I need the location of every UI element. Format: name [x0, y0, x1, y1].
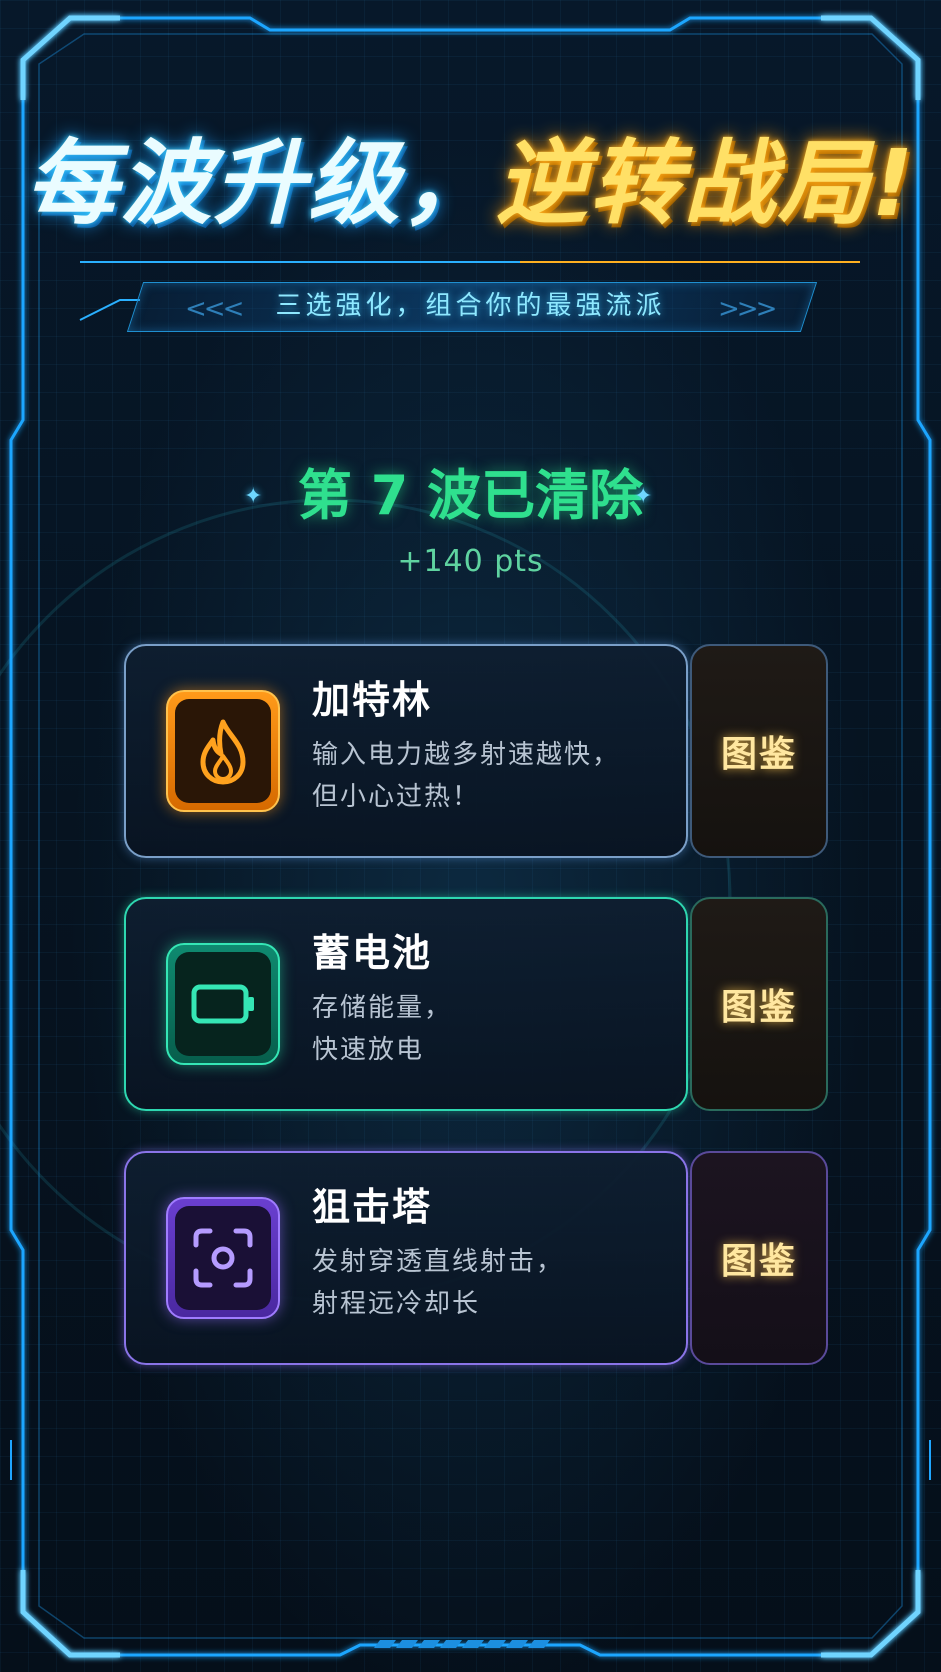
upgrade-icon-frame — [166, 690, 280, 812]
codex-button[interactable]: 图鉴 — [690, 644, 828, 858]
upgrade-name: 蓄电池 — [312, 931, 433, 975]
wave-points: +140 pts — [397, 544, 544, 579]
upgrade-card-battery[interactable]: 蓄电池 存储能量， 快速放电 — [124, 897, 688, 1111]
flame-icon — [200, 719, 246, 785]
chevrons-right-icon: >>> — [718, 294, 777, 324]
upgrade-description-line: 输入电力越多射速越快， — [312, 740, 621, 770]
codex-button[interactable]: 图鉴 — [690, 1151, 828, 1365]
upgrade-name: 狙击塔 — [312, 1185, 433, 1229]
upgrade-description: 输入电力越多射速越快， 但小心过热！ — [312, 734, 672, 818]
upgrade-icon-frame — [166, 943, 280, 1065]
subtitle: 三选强化，组合你的最强流派 — [275, 291, 666, 321]
upgrade-card-gatling[interactable]: 加特林 输入电力越多射速越快， 但小心过热！ — [124, 644, 688, 858]
wave-cleared-title: 第 7 波已清除 — [297, 464, 644, 527]
hero-title-part1: 每波升级， — [25, 130, 496, 237]
upgrade-card-sniper[interactable]: 狙击塔 发射穿透直线射击， 射程远冷却长 — [124, 1151, 688, 1365]
battery-icon — [191, 984, 254, 1024]
upgrade-name: 加特林 — [312, 678, 433, 722]
game-screen: 每波升级，逆转战局! <<< 三选强化，组合你的最强流派 >>> ✦ 第 7 波… — [0, 0, 941, 1672]
upgrade-description-line: 存储能量， — [312, 993, 453, 1023]
codex-button-label: 图鉴 — [720, 987, 797, 1028]
upgrade-description-line: 快速放电 — [312, 1035, 425, 1065]
upgrade-description: 存储能量， 快速放电 — [312, 987, 672, 1071]
upgrade-description: 发射穿透直线射击， 射程远冷却长 — [312, 1241, 672, 1325]
upgrade-description-line: 但小心过热！ — [312, 782, 481, 812]
codex-button-label: 图鉴 — [720, 1241, 797, 1282]
upgrade-icon-frame — [166, 1197, 280, 1319]
hero-title-part2: 逆转战局! — [495, 130, 916, 237]
upgrade-description-line: 射程远冷却长 — [312, 1289, 481, 1319]
hero-title: 每波升级，逆转战局! — [0, 138, 941, 230]
sparkle-icon: ✦ — [634, 484, 653, 509]
upgrade-description-line: 发射穿透直线射击， — [312, 1247, 565, 1277]
codex-button[interactable]: 图鉴 — [690, 897, 828, 1111]
codex-button-label: 图鉴 — [720, 734, 797, 775]
scope-icon — [193, 1228, 253, 1288]
